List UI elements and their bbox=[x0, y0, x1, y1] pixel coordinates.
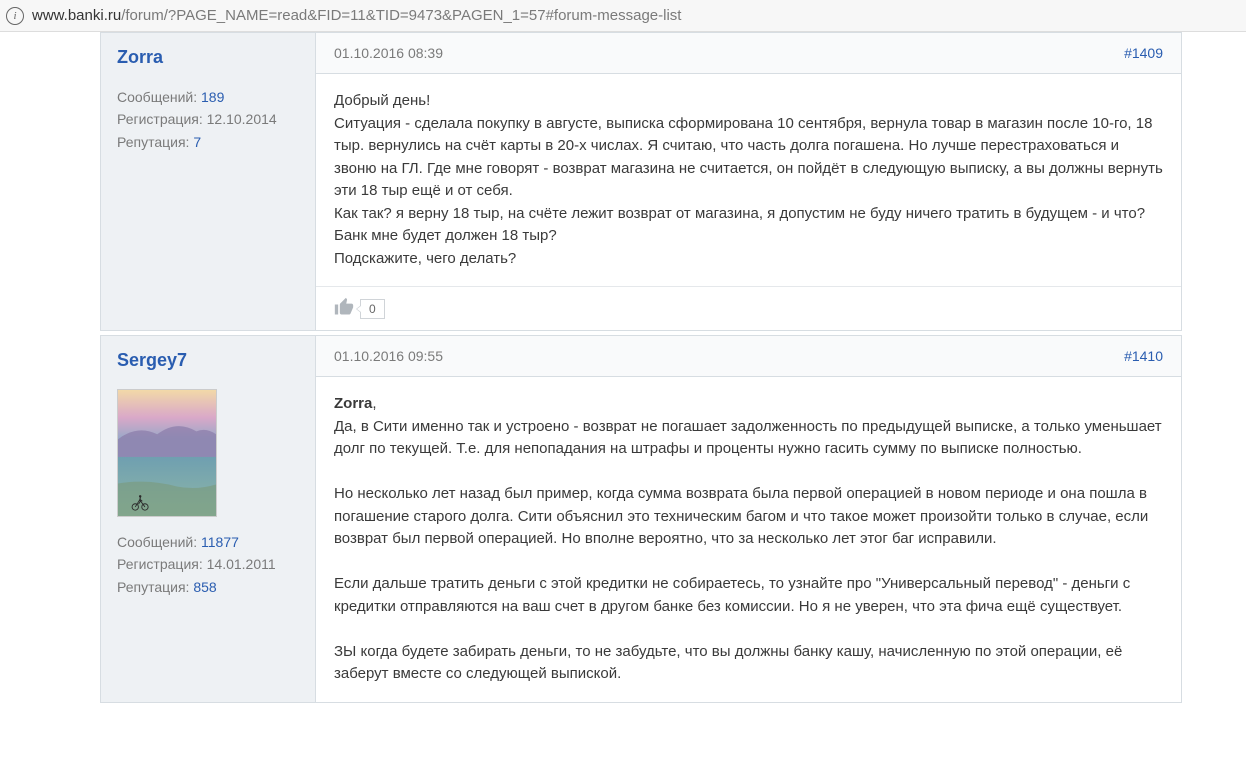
url-path: /forum/?PAGE_NAME=read&FID=11&TID=9473&P… bbox=[121, 7, 681, 24]
post-date: 01.10.2016 09:55 bbox=[334, 348, 443, 364]
registration-date: 12.10.2014 bbox=[207, 111, 277, 127]
stat-registration: Регистрация: 12.10.2014 bbox=[117, 108, 299, 130]
stat-registration: Регистрация: 14.01.2011 bbox=[117, 553, 299, 575]
post-footer: 0 bbox=[316, 286, 1181, 330]
thumbs-up-icon bbox=[334, 297, 354, 320]
post-header: 01.10.2016 08:39 #1409 bbox=[316, 33, 1181, 74]
forum-message-list: Zorra Сообщений: 189Регистрация: 12.10.20… bbox=[100, 32, 1182, 703]
messages-count[interactable]: 11877 bbox=[201, 534, 239, 550]
author-link[interactable]: Zorra bbox=[117, 47, 163, 68]
post-date: 01.10.2016 08:39 bbox=[334, 45, 443, 61]
post-main: 01.10.2016 09:55 #1410 Zorra,Да, в Сити им… bbox=[316, 336, 1181, 702]
url-display[interactable]: www.banki.ru/forum/?PAGE_NAME=read&FID=1… bbox=[32, 7, 681, 24]
like-button[interactable]: 0 bbox=[334, 297, 385, 320]
url-host: www.banki.ru bbox=[32, 7, 121, 24]
forum-post: Zorra Сообщений: 189Регистрация: 12.10.20… bbox=[100, 32, 1182, 331]
author-link[interactable]: Sergey7 bbox=[117, 350, 187, 371]
post-number-link[interactable]: #1410 bbox=[1124, 348, 1163, 364]
post-sidebar: Zorra Сообщений: 189Регистрация: 12.10.20… bbox=[101, 33, 316, 330]
messages-count[interactable]: 189 bbox=[201, 89, 224, 105]
like-count: 0 bbox=[360, 299, 385, 319]
page-content: Zorra Сообщений: 189Регистрация: 12.10.20… bbox=[0, 32, 1246, 703]
reputation-value[interactable]: 858 bbox=[193, 579, 216, 595]
info-icon[interactable]: i bbox=[6, 7, 24, 25]
stat-reputation: Репутация: 858 bbox=[117, 576, 299, 598]
post-body: Zorra,Да, в Сити именно так и устроено -… bbox=[316, 377, 1181, 702]
post-header: 01.10.2016 09:55 #1410 bbox=[316, 336, 1181, 377]
stat-messages: Сообщений: 11877 bbox=[117, 531, 299, 553]
browser-address-bar: i www.banki.ru/forum/?PAGE_NAME=read&FID… bbox=[0, 0, 1246, 32]
avatar[interactable] bbox=[117, 389, 217, 517]
post-number-link[interactable]: #1409 bbox=[1124, 45, 1163, 61]
post-sidebar: Sergey7 Сообщений: 11877Регистрация: 14.0… bbox=[101, 336, 316, 702]
reputation-value[interactable]: 7 bbox=[193, 134, 201, 150]
stat-reputation: Репутация: 7 bbox=[117, 131, 299, 153]
registration-date: 14.01.2011 bbox=[207, 556, 276, 572]
post-main: 01.10.2016 08:39 #1409 Добрый день!Ситуаци… bbox=[316, 33, 1181, 330]
forum-post: Sergey7 Сообщений: 11877Регистрация: 14.0… bbox=[100, 335, 1182, 703]
stat-messages: Сообщений: 189 bbox=[117, 86, 299, 108]
post-body: Добрый день!Ситуация - сделала покупку в… bbox=[316, 74, 1181, 286]
